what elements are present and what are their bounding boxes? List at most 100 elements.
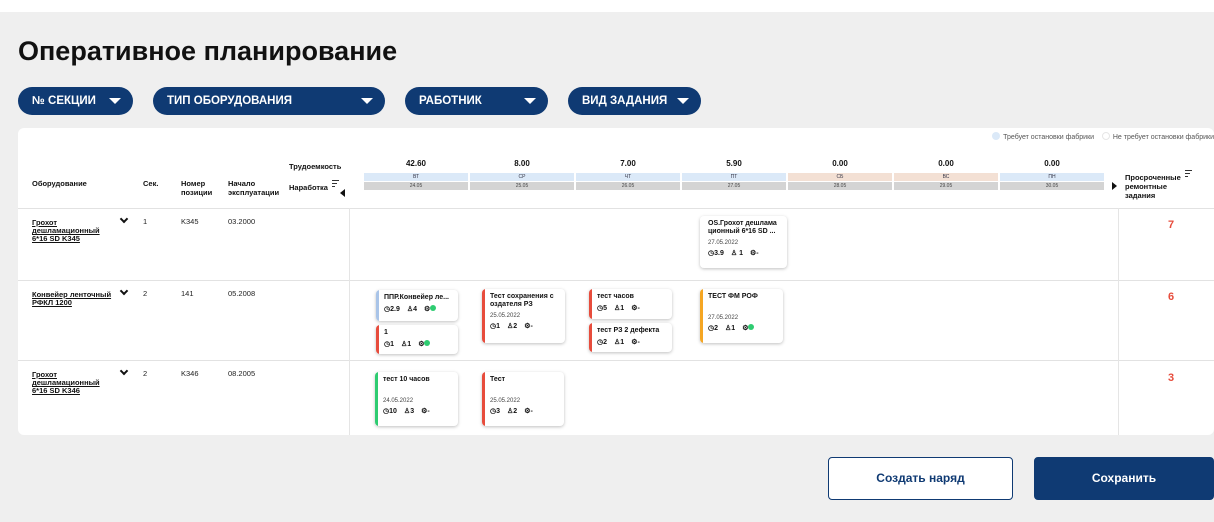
task-type-filter-label: ВИД ЗАДАНИЯ [582,95,668,107]
next-week-icon[interactable] [1112,182,1117,190]
card-people: 1 [620,305,625,312]
equipment-type-filter[interactable]: ТИП ОБОРУДОВАНИЯ [153,87,385,115]
clock-icon: ◷1 [490,323,501,330]
card-status: - [637,305,640,312]
prev-week-icon[interactable] [340,189,345,197]
card-title: Тест [490,376,506,383]
person-icon: ♙1 [725,325,736,332]
day-labor: 8.00 [514,159,530,168]
day-column: 0.00 ВС 29.05 [894,159,998,190]
settings-icon: ⚙- [524,408,533,415]
status-dot [424,340,431,346]
day-column: 0.00 ПН 30.05 [1000,159,1104,190]
overdue-header-line1: Просроченные [1125,173,1181,182]
card-date: 27.05.2022 [708,240,739,246]
card-hours: 5 [603,305,608,312]
save-button[interactable]: Сохранить [1034,457,1214,500]
card-title: OS.Грохот дешлама ционный 6*16 SD ... [708,220,777,235]
position-header: Номер позиции [181,179,212,197]
card-people: 4 [413,306,418,313]
card-title: тест РЗ 2 дефекта [597,327,660,334]
card-hours: 2 [714,325,719,332]
nostop-legend-label: Не требует остановки фабрики [1112,134,1214,141]
task-card[interactable]: Тест сохранения с оздателя РЗ 25.05.2022… [482,289,565,343]
card-status-bar [482,372,485,426]
card-status-bar [700,289,703,343]
row-divider [18,360,1214,361]
chevron-down-icon[interactable] [119,366,129,376]
card-status: - [637,339,640,346]
section-filter[interactable]: № СЕКЦИИ [18,87,133,115]
card-meta: ◷1 ♙1 ⚙ [384,340,453,348]
task-card[interactable]: Тест 25.05.2022 ◷3 ♙2 ⚙- [482,372,564,426]
worker-filter-label: РАБОТНИК [419,95,482,107]
settings-icon: ⚙ [742,324,755,332]
task-card[interactable]: тест 10 часов 24.05.2022 ◷10 ♙3 ⚙- [375,372,458,426]
overdue-header-line2: ремонтные [1125,182,1167,191]
card-status-bar [700,216,703,268]
card-title: ТЕСТ ФМ РОФ [708,293,758,300]
position-cell: K346 [181,369,199,378]
card-meta: ◷3 ♙2 ⚙- [490,407,559,415]
clock-icon: ◷3 [490,408,501,415]
task-card[interactable]: тест часов ◷5 ♙1 ⚙- [589,289,672,319]
runtime-header[interactable]: Наработка [289,180,339,192]
task-type-filter[interactable]: ВИД ЗАДАНИЯ [568,87,701,115]
task-card[interactable]: 1 ◷1 ♙1 ⚙ [376,325,458,354]
card-status: - [756,250,759,257]
equipment-link[interactable]: Грохот дешламационный 6*16 SD K345 [32,219,112,243]
card-title: тест 10 часов [383,376,430,383]
card-status-bar [589,323,592,352]
day-labor: 0.00 [1044,159,1060,168]
task-card[interactable]: ТЕСТ ФМ РОФ 27.05.2022 ◷2 ♙1 ⚙ [700,289,783,343]
section-filter-label: № СЕКЦИИ [32,95,96,107]
legend: Требует остановки фабрики Не требует ост… [992,132,1214,141]
runtime-header-label: Наработка [289,183,328,192]
card-status-bar [589,289,592,319]
chevron-down-icon[interactable] [119,214,129,224]
task-card[interactable]: OS.Грохот дешлама ционный 6*16 SD ... 27… [700,216,787,268]
stop-legend-label: Требует остановки фабрики [1003,134,1095,141]
card-people: 1 [731,325,736,332]
card-title: 1 [384,329,388,336]
day-name: ВС [894,173,998,181]
top-band [0,0,1214,12]
clock-icon: ◷5 [597,305,608,312]
day-date: 28.05 [788,182,892,190]
card-meta: ◷5 ♙1 ⚙- [597,304,667,312]
equipment-link[interactable]: Конвейер ленточный РФКЛ 1200 [32,291,112,307]
worker-filter[interactable]: РАБОТНИК [405,87,548,115]
start-header-line1: Начало [228,179,256,188]
chevron-down-icon[interactable] [119,286,129,296]
overdue-header[interactable]: Просроченные ремонтные задания [1125,170,1192,200]
task-card[interactable]: тест РЗ 2 дефекта ◷2 ♙1 ⚙- [589,323,672,352]
planning-table: Требует остановки фабрики Не требует ост… [18,128,1214,435]
task-card[interactable]: ППР.Конвейер ле... ◷2.9 ♙4 ⚙ [376,290,458,321]
start-date-cell: 05.2008 [228,289,256,298]
clock-icon: ◷10 [383,408,397,415]
card-date: 25.05.2022 [490,313,521,319]
card-meta: ◷2 ♙1 ⚙ [708,324,778,332]
equipment-header: Оборудование [32,179,87,188]
card-people: 1 [739,250,743,257]
position-header-line1: Номер [181,179,206,188]
sort-icon [1184,170,1192,179]
sort-icon [331,180,339,189]
card-hours: 1 [390,341,395,348]
position-cell: 141 [181,289,194,298]
day-name: ВТ [364,173,468,181]
create-order-button[interactable]: Создать наряд [828,457,1013,500]
card-status: - [530,408,533,415]
card-status-bar [376,325,379,354]
day-labor: 0.00 [938,159,954,168]
person-icon: ♙1 [614,339,625,346]
card-date: 27.05.2022 [708,315,739,321]
nostop-legend-dot [1101,132,1110,140]
card-meta: ◷3.9 ♙ 1 ⚙- [708,249,782,257]
clock-icon: ◷2.9 [384,306,400,313]
day-date: 29.05 [894,182,998,190]
equipment-link[interactable]: Грохот дешламационный 6*16 SD K346 [32,371,112,395]
card-date: 25.05.2022 [490,398,521,404]
day-date: 30.05 [1000,182,1104,190]
person-icon: ♙ 1 [730,250,743,257]
